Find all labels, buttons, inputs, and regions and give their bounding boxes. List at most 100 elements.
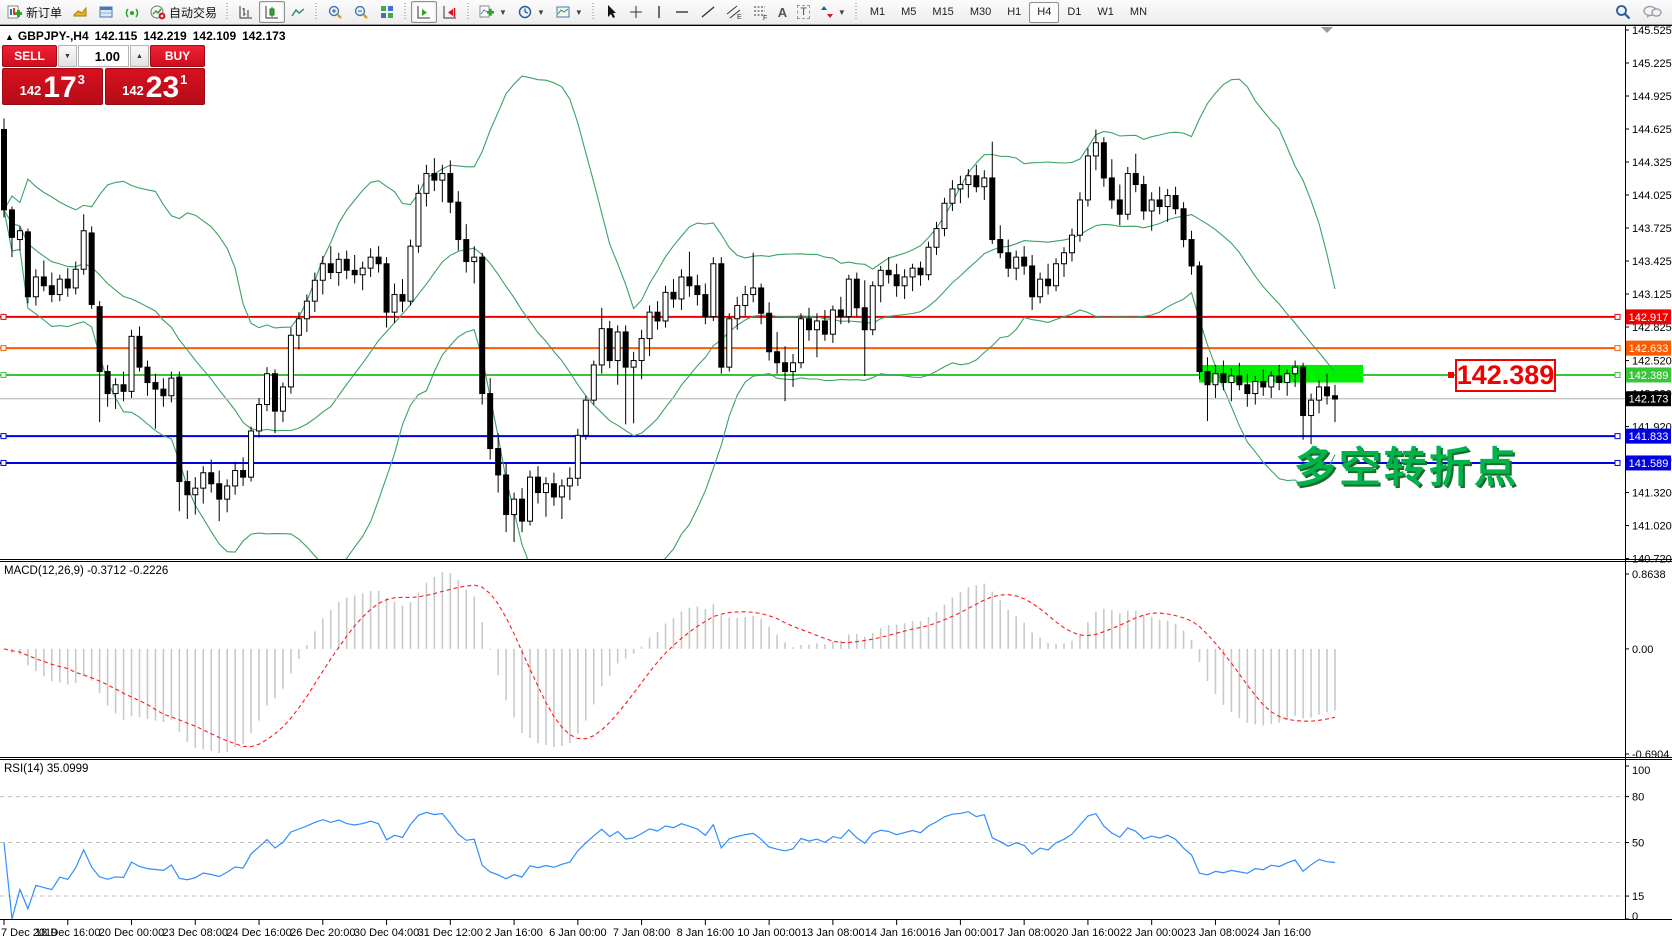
tab-timeframe-W1[interactable]: W1 [1089, 2, 1122, 23]
price-tick-label: 144.025 [1632, 190, 1672, 202]
terminal-button[interactable] [93, 1, 119, 23]
zoom-out-button[interactable] [348, 1, 374, 23]
line-anchor [1, 314, 6, 319]
cursor-tool-button[interactable] [599, 1, 623, 23]
time-axis-label: 8 Jan 16:00 [677, 927, 735, 939]
rsi-indicator-label: RSI(14) 35.0999 [4, 763, 88, 775]
new-order-button[interactable]: 新订单 [2, 1, 67, 23]
text-label-tool-button[interactable]: T [792, 1, 815, 23]
chart-candles-button[interactable] [259, 1, 285, 23]
chart-line-button[interactable] [285, 1, 311, 23]
sell-price-prefix: 142 [20, 83, 42, 98]
symbol-name: GBPJPY-,H4 [18, 29, 89, 43]
tile-windows-button[interactable] [374, 1, 400, 23]
svg-text:E: E [737, 14, 742, 20]
symbol-info-line: ▲GBPJPY-,H4142.115142.219142.109142.173 [5, 29, 292, 43]
toolbar-separator [590, 3, 597, 21]
auto-scroll-button[interactable] [411, 1, 437, 23]
price-tick-label: 144.625 [1632, 124, 1672, 136]
autotrading-icon [150, 4, 166, 20]
tab-timeframe-M1[interactable]: M1 [862, 2, 893, 23]
sell-price-pips: 17 [43, 75, 76, 101]
time-axis-label: 24 Jan 16:00 [1247, 927, 1311, 939]
chart-bars-button[interactable] [233, 1, 259, 23]
tab-timeframe-MN[interactable]: MN [1122, 2, 1155, 23]
collapse-panel-arrow-icon[interactable]: ▲ [5, 32, 14, 42]
toolbar-separator [853, 3, 860, 21]
volume-increase-button[interactable]: ▲ [130, 45, 149, 67]
chart-shift-button[interactable] [437, 1, 463, 23]
macd-pane[interactable] [4, 572, 1335, 753]
one-click-trading-panel: SELL ▼ 1.00 ▲ BUY 142 17 3 142 23 1 [2, 45, 205, 105]
signals-icon [124, 4, 140, 20]
buy-button[interactable]: BUY [150, 45, 205, 67]
fibonacci-icon: F [752, 4, 768, 20]
price-tag: 141.833 [1626, 429, 1671, 444]
turning-point-annotation[interactable]: 多空转折点 [1294, 434, 1519, 495]
trendline-tool-button[interactable] [695, 1, 721, 23]
svg-text:141.833: 141.833 [1629, 431, 1669, 443]
zoom-in-button[interactable] [322, 1, 348, 23]
timeframe-group: M1M5M15M30H1H4D1W1MN [862, 0, 1155, 25]
price-tag: 141.589 [1626, 455, 1671, 470]
channel-tool-button[interactable]: E [721, 1, 747, 23]
tab-timeframe-H4[interactable]: H4 [1029, 2, 1059, 23]
price-tag: 142.917 [1626, 309, 1671, 324]
main-price-pane[interactable] [0, 76, 1625, 646]
vertical-line-tool-button[interactable] [649, 1, 669, 23]
price-tick-label: 143.425 [1632, 256, 1672, 268]
buy-price-point: 1 [180, 72, 187, 87]
profiles-button[interactable] [67, 1, 93, 23]
tab-timeframe-M15[interactable]: M15 [924, 2, 961, 23]
chart-shift-marker-icon[interactable] [1321, 27, 1333, 33]
buy-price-prefix: 142 [122, 83, 144, 98]
tab-timeframe-H1[interactable]: H1 [999, 2, 1029, 23]
price-tick-label: 143.725 [1632, 223, 1672, 235]
sell-price-display[interactable]: 142 17 3 [2, 68, 103, 105]
new-order-label: 新订单 [26, 4, 62, 21]
templates-icon [555, 4, 571, 20]
horizontal-line-tool-button[interactable] [669, 1, 695, 23]
toolbar-separator [465, 3, 472, 21]
volume-decrease-button[interactable]: ▼ [58, 45, 77, 67]
rsi-pane[interactable] [0, 797, 1625, 919]
templates-button[interactable]: ▼ [550, 1, 588, 23]
svg-text:142.633: 142.633 [1629, 343, 1669, 355]
indicators-button[interactable]: ▼ [474, 1, 512, 23]
periods-button[interactable]: ▼ [512, 1, 550, 23]
candles[interactable] [2, 119, 1338, 543]
tab-timeframe-M30[interactable]: M30 [962, 2, 999, 23]
profiles-icon [72, 4, 88, 20]
arrow-objects-icon [820, 4, 834, 20]
terminal-icon [98, 4, 114, 20]
time-axis-label: 18 Dec 16:00 [35, 927, 100, 939]
toolbar-separator [402, 3, 409, 21]
search-icon[interactable] [1614, 3, 1632, 21]
annotation-anchor [1448, 372, 1454, 378]
buy-price-display[interactable]: 142 23 1 [105, 68, 206, 105]
chat-icon[interactable] [1642, 4, 1662, 21]
crosshair-tool-button[interactable] [623, 1, 649, 23]
arrows-tool-button[interactable]: ▼ [815, 1, 851, 23]
fibonacci-tool-button[interactable]: F [747, 1, 773, 23]
rsi-line [4, 812, 1335, 919]
volume-input[interactable]: 1.00 [78, 45, 129, 67]
price-tick-label: 141.320 [1632, 488, 1672, 500]
autotrading-button[interactable]: 自动交易 [145, 1, 222, 23]
time-axis-label: 14 Jan 16:00 [865, 927, 929, 939]
time-axis-label: 23 Jan 08:00 [1184, 927, 1248, 939]
signals-button[interactable] [119, 1, 145, 23]
tab-timeframe-M5[interactable]: M5 [893, 2, 924, 23]
line-anchor [1, 434, 6, 439]
sell-button[interactable]: SELL [2, 45, 57, 67]
time-axis-label: 20 Dec 00:00 [99, 927, 164, 939]
price-axis[interactable]: 145.525145.225144.925144.625144.325144.0… [1625, 25, 1672, 923]
time-axis[interactable]: 7 Dec 201918 Dec 16:0020 Dec 00:0023 Dec… [1, 920, 1311, 939]
text-tool-button[interactable]: A [773, 1, 792, 23]
macd-axis-label: 0.8638 [1632, 569, 1666, 581]
time-axis-label: 16 Jan 00:00 [929, 927, 993, 939]
price-level-annotation-box[interactable]: 142.389 [1455, 359, 1556, 392]
line-anchor [1615, 372, 1620, 377]
autotrading-label: 自动交易 [169, 4, 217, 21]
tab-timeframe-D1[interactable]: D1 [1059, 2, 1089, 23]
